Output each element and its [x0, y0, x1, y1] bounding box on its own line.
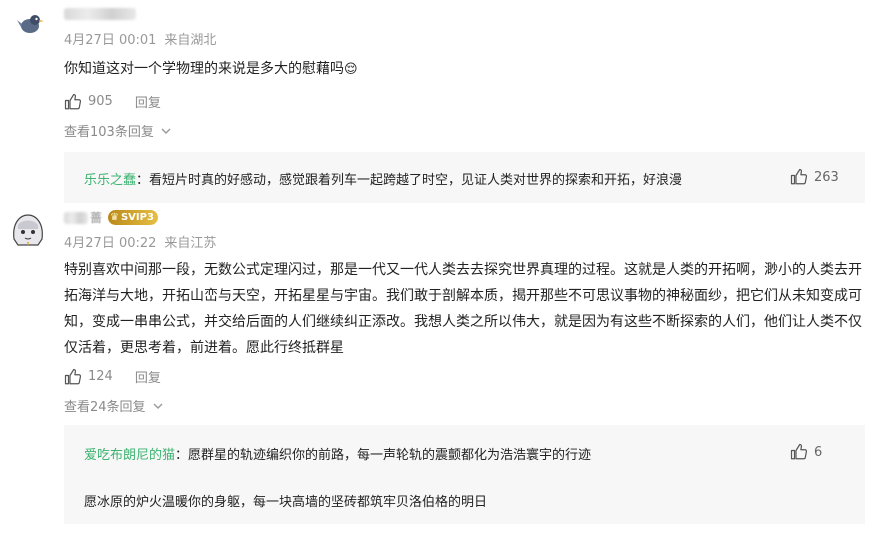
username-row: 蔷 ♛ SVIP3	[64, 209, 158, 226]
like-button[interactable]: 124	[64, 368, 113, 386]
avatar[interactable]	[8, 209, 48, 249]
comment-actions: 905 回复	[64, 92, 161, 111]
reply-item: 爱吃布朗尼的猫：愿群星的轨迹编织你的前路，每一声轮轨的震颤都化为浩浩寰宇的行迹	[84, 444, 591, 463]
like-button[interactable]: 905	[64, 93, 113, 111]
reply-like-button[interactable]: 263	[790, 168, 839, 186]
reply-box: 乐乐之蠢：看短片时真的好感动，感觉跟着列车一起跨越了时空，见证人类对世界的探索和…	[64, 152, 865, 203]
username-blurred[interactable]	[64, 8, 136, 20]
like-count: 905	[88, 94, 113, 109]
svip-label: SVIP3	[120, 212, 154, 223]
thumb-up-icon	[790, 168, 808, 185]
reply-like-count: 263	[814, 169, 839, 185]
view-replies-link[interactable]: 查看24条回复	[64, 396, 164, 415]
reply-item: 乐乐之蠢：看短片时真的好感动，感觉跟着列车一起跨越了时空，见证人类对世界的探索和…	[84, 169, 682, 188]
relieved-emoji-icon: 😌	[344, 62, 358, 77]
avatar-bird-icon	[14, 8, 46, 40]
reply-box: 爱吃布朗尼的猫：愿群星的轨迹编织你的前路，每一声轮轨的震颤都化为浩浩寰宇的行迹 …	[64, 425, 865, 524]
comment-actions: 124 回复	[64, 367, 161, 386]
crown-icon: ♛	[110, 212, 119, 223]
comment-text: 你知道这对一个学物理的来说是多大的慰藉吗😌	[64, 56, 358, 83]
comment-location: 来自湖北	[164, 33, 217, 48]
like-count: 124	[88, 369, 113, 384]
reply-colon: ：	[136, 173, 150, 188]
comment-meta: 4月27日 00:01 来自湖北	[64, 29, 224, 48]
comment-meta: 4月27日 00:22 来自江苏	[64, 232, 224, 251]
thumb-up-icon	[64, 93, 82, 109]
reply-text: 愿群星的轨迹编织你的前路，每一声轮轨的震颤都化为浩浩寰宇的行迹	[188, 448, 592, 463]
username-blurred[interactable]	[64, 211, 88, 224]
avatar[interactable]	[14, 8, 46, 40]
comment-time: 4月27日 00:01	[64, 33, 157, 48]
comment-time: 4月27日 00:22	[64, 236, 157, 251]
reply-like-count: 6	[814, 444, 823, 460]
reply-text: 看短片时真的好感动，感觉跟着列车一起跨越了时空，见证人类对世界的探索和开拓，好浪…	[149, 173, 683, 188]
reply-text-line-2: 愿冰原的炉火温暖你的身躯，每一块高墙的坚砖都筑牢贝洛伯格的明日	[84, 495, 488, 510]
comment-location: 来自江苏	[164, 236, 217, 251]
chevron-down-icon	[161, 128, 171, 134]
reply-author[interactable]: 乐乐之蠢	[84, 173, 136, 188]
thumb-up-icon	[64, 368, 82, 384]
username-visible-char[interactable]: 蔷	[90, 209, 102, 226]
avatar-anime-character-icon	[8, 209, 48, 249]
view-replies-link[interactable]: 查看103条回复	[64, 121, 172, 140]
comment-text: 特别喜欢中间那一段，无数公式定理闪过，那是一代又一代人类去去探究世界真理的过程。…	[64, 262, 862, 356]
view-replies-text: 查看24条回复	[64, 400, 146, 415]
view-replies-text: 查看103条回复	[64, 125, 154, 140]
comment-content: 你知道这对一个学物理的来说是多大的慰藉吗	[64, 61, 344, 77]
svip-badge[interactable]: ♛ SVIP3	[108, 210, 158, 225]
chevron-down-icon	[153, 403, 163, 409]
reply-button[interactable]: 回复	[135, 92, 161, 111]
reply-colon: ：	[175, 448, 189, 463]
thumb-up-icon	[790, 443, 808, 460]
reply-like-button[interactable]: 6	[790, 443, 822, 461]
reply-button[interactable]: 回复	[135, 367, 161, 386]
reply-author[interactable]: 爱吃布朗尼的猫	[84, 448, 175, 463]
